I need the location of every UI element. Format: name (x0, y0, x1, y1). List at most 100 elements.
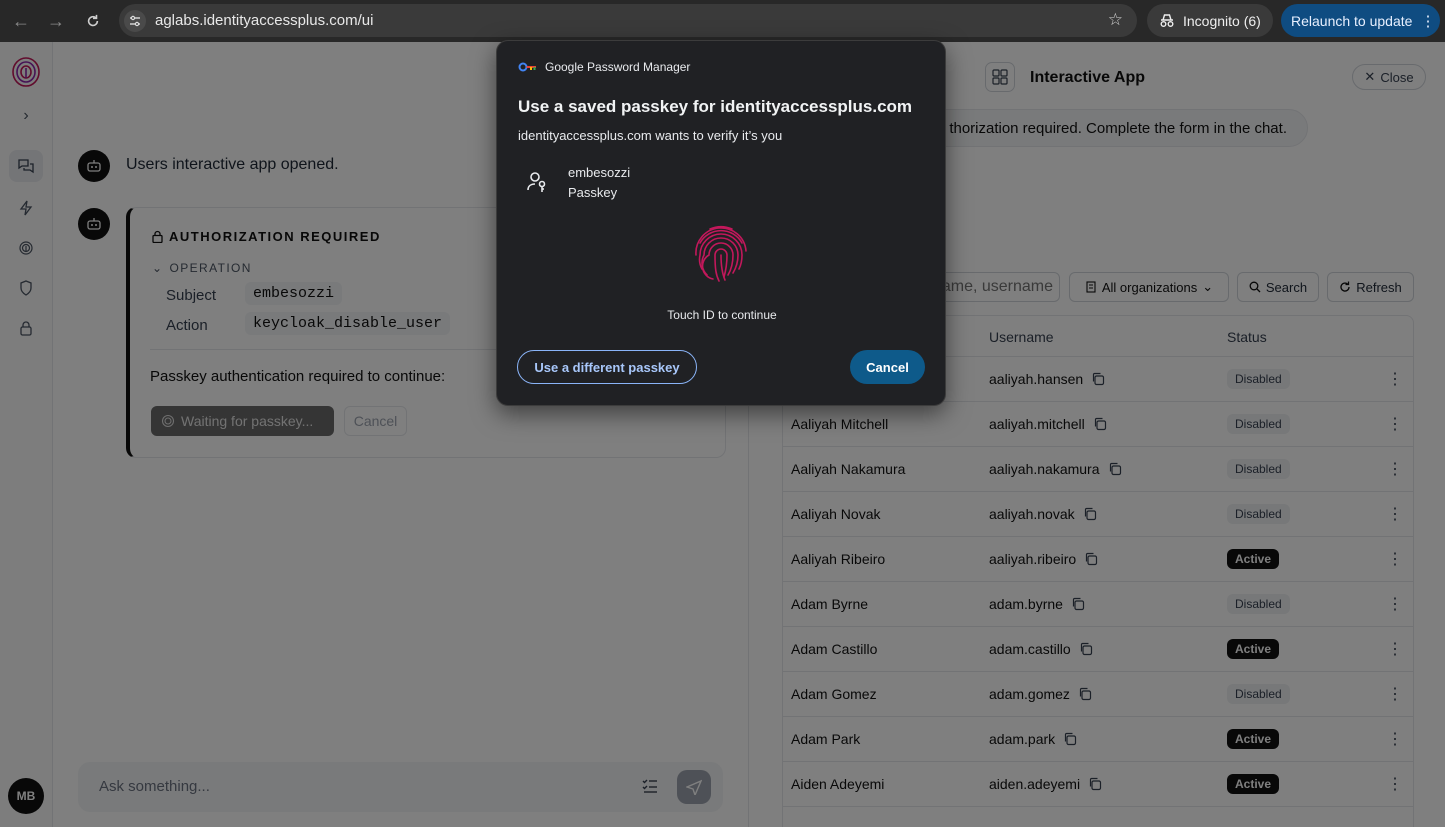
row-actions-icon[interactable]: ⋮ (1387, 549, 1403, 569)
use-different-passkey-button[interactable]: Use a different passkey (517, 350, 697, 384)
column-status[interactable]: Status (1227, 329, 1267, 345)
relaunch-label: Relaunch to update (1291, 12, 1413, 29)
lightning-icon[interactable] (14, 196, 38, 220)
copy-icon[interactable] (1071, 597, 1085, 611)
operation-toggle[interactable]: ⌄ OPERATION (152, 261, 252, 275)
table-row[interactable]: Adam Byrne adam.byrne Disabled ⋮ (783, 582, 1413, 627)
table-row[interactable]: Aaliyah Ribeiro aaliyah.ribeiro Active ⋮ (783, 537, 1413, 582)
dialog-cancel-button[interactable]: Cancel (850, 350, 925, 384)
relaunch-button[interactable]: Relaunch to update ⋮ (1281, 4, 1440, 37)
bookmark-star-icon[interactable]: ☆ (1108, 10, 1123, 30)
more-menu-icon[interactable]: ⋮ (1420, 12, 1435, 30)
lock-icon[interactable] (14, 316, 38, 340)
lock-icon (152, 230, 163, 243)
search-label: Search (1265, 279, 1308, 295)
username-text: aaliyah.novak (989, 506, 1075, 522)
auth-title-text: AUTHORIZATION REQUIRED (169, 229, 381, 244)
reload-icon[interactable] (79, 7, 107, 35)
passkey-dialog: Google Password Manager Use a saved pass… (496, 40, 946, 406)
copy-icon[interactable] (1093, 417, 1107, 431)
waiting-passkey-button[interactable]: Waiting for passkey... (151, 406, 334, 436)
row-actions-icon[interactable]: ⋮ (1387, 504, 1403, 524)
copy-icon[interactable] (1108, 462, 1122, 476)
row-actions-icon[interactable]: ⋮ (1387, 369, 1403, 389)
fingerprint-logo-icon[interactable] (11, 56, 41, 88)
refresh-label: Refresh (1356, 279, 1402, 295)
copy-icon[interactable] (1078, 687, 1092, 701)
shield-icon[interactable] (14, 276, 38, 300)
user-full-name: Aiden Adeyemi (791, 776, 885, 792)
account-name[interactable]: embesozzi (568, 165, 630, 180)
back-icon[interactable]: ← (7, 7, 35, 35)
row-actions-icon[interactable]: ⋮ (1387, 774, 1403, 794)
refresh-button[interactable]: Refresh (1327, 272, 1414, 302)
status-badge: Active (1227, 549, 1280, 569)
expand-chevron-icon[interactable]: › (14, 104, 38, 128)
incognito-button[interactable]: Incognito (6) (1147, 4, 1273, 37)
action-label: Action (166, 317, 208, 334)
action-value: keycloak_disable_user (245, 312, 451, 335)
username-text: adam.park (989, 731, 1056, 747)
row-actions-icon[interactable]: ⋮ (1387, 684, 1403, 704)
copy-icon[interactable] (1088, 777, 1102, 791)
site-settings-icon[interactable] (124, 9, 146, 32)
username-cell: aaliyah.nakamura (989, 461, 1122, 477)
row-actions-icon[interactable]: ⋮ (1387, 639, 1403, 659)
touch-id-text: Touch ID to continue (667, 308, 777, 322)
action-row: Action keycloak_disable_user (166, 312, 451, 335)
copy-icon[interactable] (1084, 552, 1098, 566)
chat-composer[interactable]: Ask something... (78, 762, 723, 812)
table-row[interactable]: Aiden Adeyemi aiden.adeyemi Active ⋮ (783, 762, 1413, 807)
row-actions-icon[interactable]: ⋮ (1387, 459, 1403, 479)
auth-cancel-button[interactable]: Cancel (344, 406, 407, 436)
copy-icon[interactable] (1079, 642, 1093, 656)
address-bar[interactable]: aglabs.identityaccessplus.com/ui ☆ (119, 4, 1137, 37)
status-badge: Disabled (1227, 594, 1290, 614)
auth-title: AUTHORIZATION REQUIRED (152, 229, 381, 244)
waiting-label: Waiting for passkey... (181, 413, 314, 429)
checklist-icon[interactable] (641, 777, 659, 795)
chevron-down-icon: ⌄ (1202, 279, 1214, 294)
username-text: aiden.adeyemi (989, 776, 1081, 792)
url-text[interactable]: aglabs.identityaccessplus.com/ui (155, 12, 373, 29)
user-avatar[interactable]: MB (8, 778, 44, 814)
table-row[interactable]: Aaliyah Novak aaliyah.novak Disabled ⋮ (783, 492, 1413, 537)
user-full-name: Aaliyah Novak (791, 506, 881, 522)
table-row[interactable]: Aaliyah Nakamura aaliyah.nakamura Disabled… (783, 447, 1413, 492)
fingerprint-icon[interactable] (14, 236, 38, 260)
status-badge: Disabled (1227, 369, 1290, 389)
touch-id-fingerprint-icon (695, 225, 747, 282)
username-cell: aiden.adeyemi (989, 776, 1102, 792)
composer-input[interactable]: Ask something... (99, 778, 210, 795)
username-text: adam.castillo (989, 641, 1071, 657)
status-badge: Active (1227, 774, 1280, 794)
close-button[interactable]: ✕ Close (1352, 64, 1426, 90)
table-row[interactable]: Adam Gomez adam.gomez Disabled ⋮ (783, 672, 1413, 717)
incognito-icon (1160, 13, 1174, 27)
incognito-label: Incognito (6) (1183, 12, 1261, 29)
row-actions-icon[interactable]: ⋮ (1387, 414, 1403, 434)
subject-value: embesozzi (245, 282, 343, 305)
search-button[interactable]: Search (1237, 272, 1319, 302)
table-body: aaliyah.hansen Disabled ⋮ Aaliyah Mitchell a… (783, 357, 1413, 807)
status-badge: Disabled (1227, 684, 1290, 704)
organization-filter[interactable]: All organizations ⌄ (1069, 272, 1229, 302)
fingerprint-icon (161, 414, 175, 428)
username-text: aaliyah.hansen (989, 371, 1084, 387)
dialog-title: Use a saved passkey for identityaccesspl… (518, 97, 913, 116)
copy-icon[interactable] (1063, 732, 1077, 746)
chevron-down-icon: ⌄ (152, 261, 164, 275)
copy-icon[interactable] (1091, 372, 1105, 386)
forward-icon[interactable]: → (42, 7, 70, 35)
row-actions-icon[interactable]: ⋮ (1387, 594, 1403, 614)
row-actions-icon[interactable]: ⋮ (1387, 729, 1403, 749)
send-button[interactable] (677, 770, 711, 804)
user-full-name: Aaliyah Nakamura (791, 461, 906, 477)
table-row[interactable]: Adam Castillo adam.castillo Active ⋮ (783, 627, 1413, 672)
table-row[interactable]: Adam Park adam.park Active ⋮ (783, 717, 1413, 762)
chat-icon[interactable] (9, 150, 43, 182)
user-full-name: Adam Gomez (791, 686, 877, 702)
column-username[interactable]: Username (989, 329, 1054, 345)
copy-icon[interactable] (1083, 507, 1097, 521)
table-row[interactable]: Aaliyah Mitchell aaliyah.mitchell Disabled… (783, 402, 1413, 447)
